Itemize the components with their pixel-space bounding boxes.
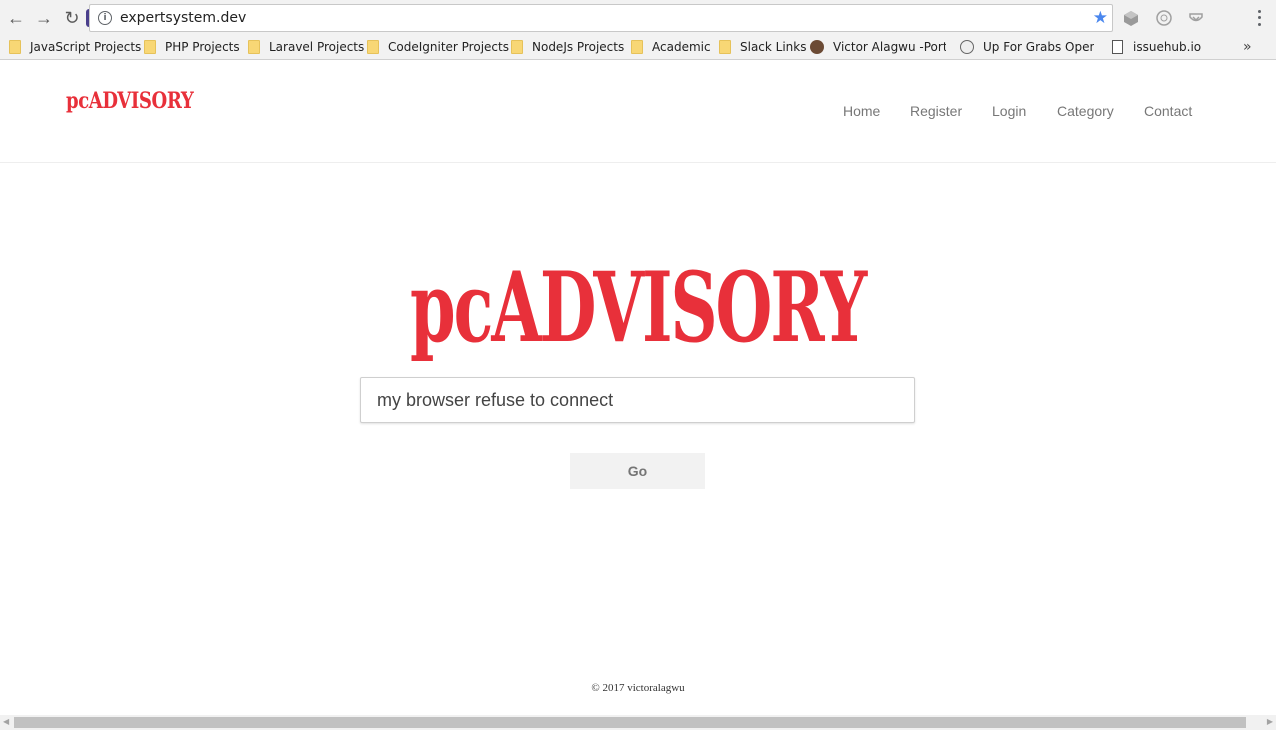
bookmark-label: PHP Projects [165, 40, 240, 54]
avatar-icon [810, 40, 824, 54]
bookmark-label: JavaScript Projects [30, 40, 142, 54]
folder-icon [9, 40, 21, 54]
brand-logo[interactable]: pcADVISORY [66, 88, 194, 114]
nav-login[interactable]: Login [992, 103, 1026, 119]
reload-icon[interactable]: ↻ [58, 4, 86, 32]
extension-circle-icon[interactable] [1155, 9, 1173, 27]
bookmark-up-for-grabs[interactable]: Up For Grabs Open S [960, 40, 1094, 54]
nav-contact[interactable]: Contact [1144, 103, 1192, 119]
browser-menu-icon[interactable] [1251, 8, 1267, 28]
bookmark-label: Laravel Projects [269, 40, 365, 54]
bookmark-label: Victor Alagwu -Portfo [833, 40, 946, 54]
bookmark-laravel-projects[interactable]: Laravel Projects [248, 40, 364, 54]
site-header: pcADVISORY Home Register Login Category … [0, 61, 1276, 163]
back-arrow-icon[interactable]: ← [2, 4, 30, 32]
bookmark-label: Up For Grabs Open S [983, 40, 1094, 54]
bookmark-nodejs-projects[interactable]: NodeJs Projects [511, 40, 624, 54]
browser-toolbar: ← → ↻ i expertsystem.dev ★ G [0, 0, 1276, 36]
forward-arrow-icon[interactable]: → [30, 4, 58, 32]
bookmark-label: Slack Links [740, 40, 807, 54]
nav-home[interactable]: Home [843, 103, 880, 119]
folder-icon [367, 40, 379, 54]
go-button[interactable]: Go [570, 453, 705, 489]
bookmark-issuehub[interactable]: issuehub.io [1112, 40, 1201, 54]
folder-icon [248, 40, 260, 54]
extension-pocket-icon[interactable] [1187, 9, 1205, 27]
address-bar[interactable]: i expertsystem.dev ★ [89, 4, 1113, 32]
scroll-right-arrow-icon[interactable]: ▶ [1267, 717, 1273, 726]
horizontal-scrollbar[interactable]: ◀ ▶ [0, 715, 1276, 730]
bookmark-label: CodeIgniter Projects [388, 40, 509, 54]
bookmarks-bar: JavaScript Projects PHP Projects Laravel… [0, 36, 1276, 60]
globe-icon [960, 40, 974, 54]
scrollbar-thumb[interactable] [14, 717, 1246, 728]
address-bar-url[interactable]: expertsystem.dev [120, 10, 246, 26]
bookmark-javascript-projects[interactable]: JavaScript Projects [9, 40, 141, 54]
scroll-left-arrow-icon[interactable]: ◀ [3, 717, 9, 726]
bookmark-star-icon[interactable]: ★ [1093, 8, 1108, 28]
folder-icon [631, 40, 643, 54]
bookmark-php-projects[interactable]: PHP Projects [144, 40, 240, 54]
info-icon[interactable]: i [98, 11, 112, 25]
nav-category[interactable]: Category [1057, 103, 1114, 119]
extension-cube-icon[interactable] [1122, 9, 1140, 27]
footer-copyright: © 2017 victoralagwu [591, 682, 685, 694]
folder-icon [719, 40, 731, 54]
bookmark-academic[interactable]: Academic [631, 40, 711, 54]
bookmark-label: issuehub.io [1133, 40, 1202, 54]
nav-register[interactable]: Register [910, 103, 962, 119]
folder-icon [511, 40, 523, 54]
bookmark-slack-links[interactable]: Slack Links [719, 40, 807, 54]
hero-logo: pcADVISORY [410, 251, 867, 364]
page-icon [1112, 40, 1123, 54]
bookmark-label: NodeJs Projects [532, 40, 625, 54]
bookmark-label: Academic [652, 40, 711, 54]
bookmark-codeigniter-projects[interactable]: CodeIgniter Projects [367, 40, 509, 54]
folder-icon [144, 40, 156, 54]
search-input[interactable] [360, 377, 915, 423]
more-bookmarks-icon[interactable]: » [1243, 39, 1252, 55]
bookmark-victor-alagwu-portfolio[interactable]: Victor Alagwu -Portfo [810, 40, 946, 54]
